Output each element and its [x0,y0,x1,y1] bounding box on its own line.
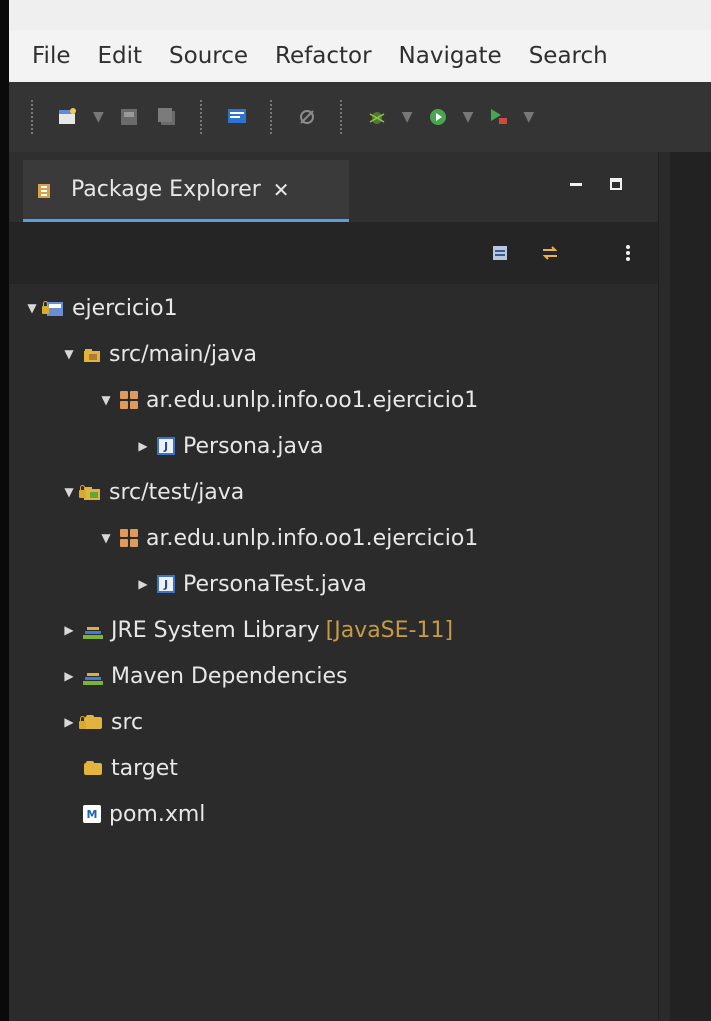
tree-persona-test-row[interactable]: ▶ J PersonaTest.java [137,566,367,602]
new-dropdown-icon[interactable]: ▼ [93,109,104,125]
java-test-file-icon: J [157,575,175,593]
tree-project-row[interactable]: ▼ ejercicio1 [26,290,178,326]
menu-edit[interactable]: Edit [98,43,143,69]
save-icon[interactable] [118,106,140,128]
package-explorer-header: Package Explorer ✕ [9,152,658,223]
view-toolbar [9,222,658,284]
maven-deps-label: Maven Dependencies [111,663,348,689]
collapse-arrow-icon[interactable]: ▶ [63,715,75,729]
tab-title: Package Explorer [71,177,261,202]
package-icon [120,391,138,409]
tree-target-row[interactable]: target [83,750,178,786]
tree-src-main-row[interactable]: ▼ src/main/java [63,336,257,372]
src-main-label: src/main/java [109,341,258,367]
menu-bar: File Edit Source Refactor Navigate Searc… [9,30,711,82]
toolbar-separator [269,100,274,134]
toolbar-separator [339,100,344,134]
run-icon[interactable] [427,106,449,128]
tree-pom-row[interactable]: M pom.xml [83,796,205,832]
persona-test-file-label: PersonaTest.java [183,571,367,597]
library-icon [83,622,103,639]
tree-persona-row[interactable]: ▶ J Persona.java [137,428,324,464]
jre-label: JRE System Library [111,617,320,643]
collapse-arrow-icon[interactable]: ▶ [137,439,149,453]
persona-file-label: Persona.java [183,433,324,459]
tree-src-test-row[interactable]: ▼ src/test/java [63,474,244,510]
coverage-dropdown-icon[interactable]: ▼ [523,109,534,125]
project-tree: ▼ ejercicio1 ▼ src/main/java ▼ ar.edu.un… [9,284,658,1021]
maven-project-icon [42,299,64,317]
library-icon [83,668,103,685]
close-icon[interactable]: ✕ [273,178,290,202]
new-file-icon[interactable] [57,106,79,128]
view-menu-icon[interactable] [619,244,637,262]
menu-source[interactable]: Source [169,43,248,69]
test-source-folder-icon [79,483,101,501]
target-label: target [111,755,178,781]
maximize-icon[interactable] [610,178,622,190]
lock-icon [42,301,49,314]
debug-dropdown-icon[interactable]: ▼ [402,109,413,125]
collapse-all-icon[interactable] [491,244,509,262]
window-top-strip [9,0,711,30]
collapse-arrow-icon[interactable]: ▶ [63,669,75,683]
expand-arrow-icon[interactable]: ▼ [100,531,112,545]
lock-icon [79,716,86,729]
pom-label: pom.xml [109,801,206,827]
folder-icon [83,760,103,776]
lock-icon [79,485,86,498]
tab-package-explorer[interactable]: Package Explorer ✕ [23,160,349,222]
package-icon [120,529,138,547]
collapse-arrow-icon[interactable]: ▶ [63,623,75,637]
expand-arrow-icon[interactable]: ▼ [100,393,112,407]
menu-navigate[interactable]: Navigate [399,43,502,69]
src-label: src [111,709,144,735]
tree-package-test-row[interactable]: ▼ ar.edu.unlp.info.oo1.ejercicio1 [100,520,478,556]
minimize-icon[interactable] [570,183,582,186]
pane-controls [570,178,622,190]
jre-version-label: [JavaSE-11] [325,617,454,643]
skip-breakpoints-icon[interactable] [296,106,318,128]
project-name: ejercicio1 [72,295,178,321]
source-folder-icon [83,345,101,363]
save-all-icon[interactable] [156,106,178,128]
editor-area [670,152,711,1021]
expand-arrow-icon[interactable]: ▼ [63,347,75,361]
coverage-icon[interactable] [487,106,509,128]
debug-icon[interactable] [366,106,388,128]
link-with-editor-icon[interactable] [541,244,559,262]
folder-icon [79,714,103,730]
toolbar-separator [31,100,35,134]
expand-arrow-icon[interactable]: ▼ [26,301,38,315]
terminal-icon[interactable] [226,106,248,128]
tree-src-row[interactable]: ▶ src [63,704,143,740]
menu-search[interactable]: Search [529,43,608,69]
toolbar-separator [199,100,204,134]
main-toolbar: ▼ ▼ ▼ ▼ [9,82,711,152]
tree-jre-row[interactable]: ▶ JRE System Library [JavaSE-11] [63,612,453,648]
maven-file-icon: M [83,805,101,823]
window-left-edge [0,0,9,1021]
java-file-icon: J [157,437,175,455]
package-main-label: ar.edu.unlp.info.oo1.ejercicio1 [146,387,479,413]
tree-maven-row[interactable]: ▶ Maven Dependencies [63,658,348,694]
expand-arrow-icon[interactable]: ▼ [63,485,75,499]
collapse-arrow-icon[interactable]: ▶ [137,577,149,591]
menu-file[interactable]: File [32,43,71,69]
package-explorer-icon [35,181,53,199]
package-test-label: ar.edu.unlp.info.oo1.ejercicio1 [146,525,479,551]
tree-package-main-row[interactable]: ▼ ar.edu.unlp.info.oo1.ejercicio1 [100,382,478,418]
run-dropdown-icon[interactable]: ▼ [463,109,474,125]
menu-refactor[interactable]: Refactor [275,43,371,69]
src-test-label: src/test/java [109,479,245,505]
